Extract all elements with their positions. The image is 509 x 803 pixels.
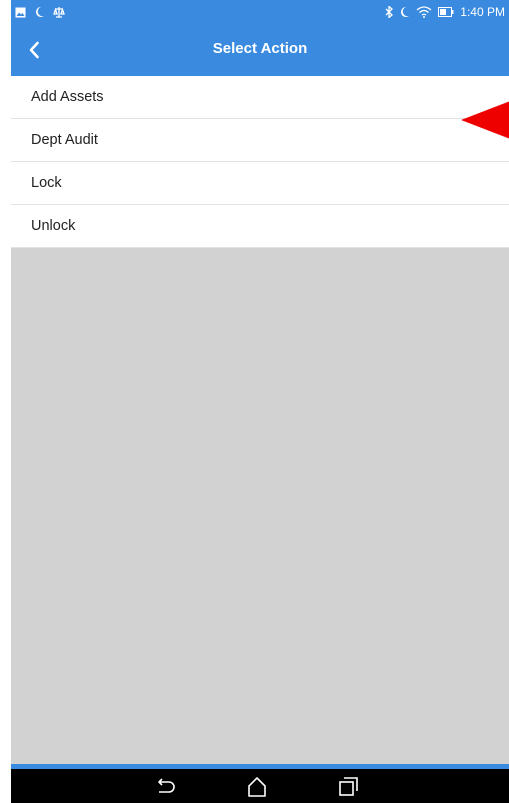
list-item-label: Unlock: [31, 218, 76, 234]
moon-icon: [399, 6, 410, 18]
recents-icon: [339, 777, 358, 796]
home-icon: [248, 777, 266, 797]
action-list: Add Assets Dept Audit Lock Unlock: [11, 76, 509, 248]
nav-back-button[interactable]: [153, 774, 179, 800]
list-item-unlock[interactable]: Unlock: [11, 205, 509, 248]
nav-home-button[interactable]: [244, 774, 270, 800]
page-title: Select Action: [212, 40, 308, 57]
battery-icon: [438, 6, 454, 18]
list-item-label: Dept Audit: [31, 132, 98, 148]
system-nav-bar: [11, 769, 509, 803]
status-bar: 1:40 PM: [11, 0, 509, 24]
bluetooth-icon: [385, 6, 394, 18]
app-header: Select Action: [11, 24, 509, 76]
list-item-label: Add Assets: [31, 89, 104, 105]
scale-icon: [53, 6, 65, 18]
red-pointer-arrow: [461, 100, 509, 140]
back-icon: [158, 778, 175, 793]
status-left-icons: [15, 4, 65, 20]
status-right-icons: 1:40 PM: [385, 4, 505, 20]
list-item-add-assets[interactable]: Add Assets: [11, 76, 509, 119]
status-time: 1:40 PM: [460, 5, 505, 19]
moon-icon: [34, 6, 45, 18]
wifi-icon: [416, 6, 432, 18]
list-item-lock[interactable]: Lock: [11, 162, 509, 205]
app-screen: 1:40 PM Select Action Add Assets Dept Au…: [11, 0, 509, 803]
list-item-dept-audit[interactable]: Dept Audit: [11, 119, 509, 162]
list-item-label: Lock: [31, 175, 62, 191]
nav-recents-button[interactable]: [335, 774, 361, 800]
gallery-icon: [15, 7, 26, 18]
